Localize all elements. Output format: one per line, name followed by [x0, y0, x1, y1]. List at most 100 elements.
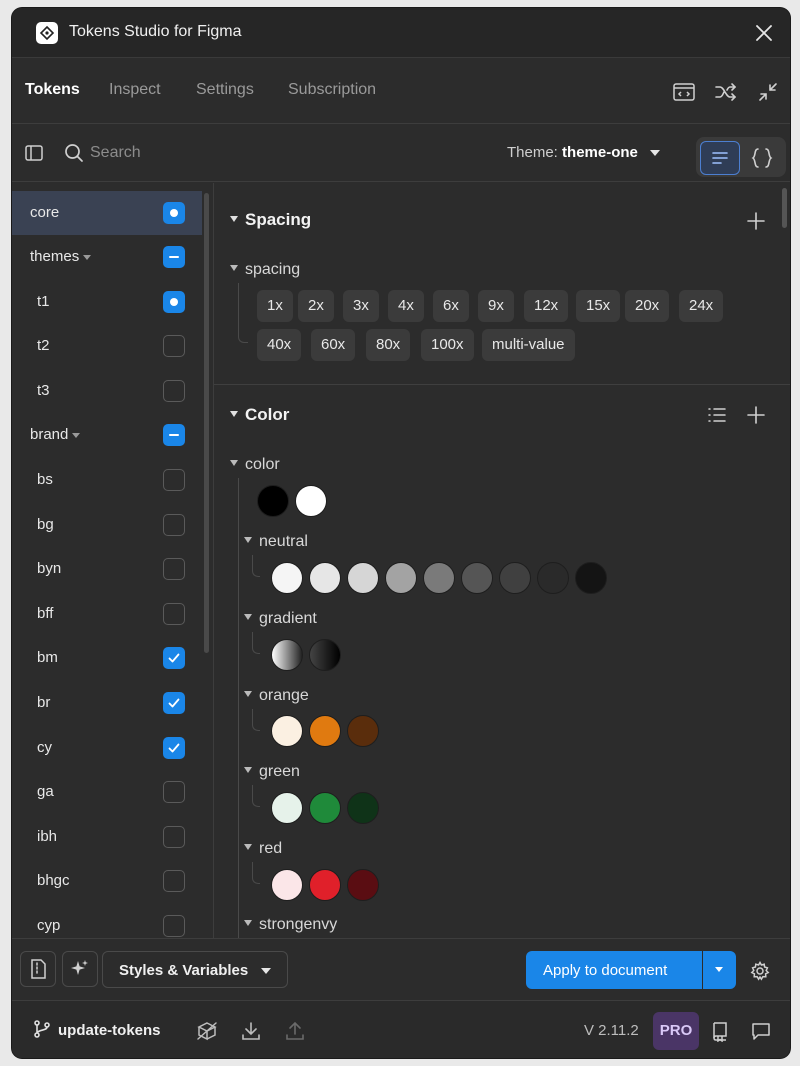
pro-badge[interactable]: PRO [653, 1012, 699, 1050]
token-chip[interactable]: 40x [257, 329, 302, 361]
tab-settings[interactable]: Settings [196, 81, 254, 99]
token-chip[interactable]: 80x [366, 329, 411, 361]
color-swatch[interactable] [461, 562, 493, 594]
token-chip[interactable]: 1x [257, 290, 293, 322]
gradient-swatch[interactable] [309, 639, 341, 671]
token-set-bhgc[interactable]: bhgc [12, 859, 202, 903]
search-input[interactable] [90, 140, 290, 166]
section-color[interactable]: Color [230, 405, 289, 425]
code-window-icon[interactable] [672, 80, 696, 104]
set-checkbox-bm[interactable] [163, 647, 185, 669]
add-spacing-icon[interactable] [746, 211, 766, 231]
color-swatch[interactable] [309, 792, 341, 824]
set-checkbox-core[interactable] [163, 202, 185, 224]
set-checkbox-cy[interactable] [163, 737, 185, 759]
token-set-cy[interactable]: cy [12, 726, 202, 770]
token-set-core[interactable]: core [12, 191, 202, 235]
color-swatch[interactable] [575, 562, 607, 594]
token-chip[interactable]: 2x [298, 290, 334, 322]
download-icon[interactable] [240, 1020, 262, 1042]
group-neutral[interactable]: neutral [244, 533, 308, 551]
close-icon[interactable] [752, 21, 776, 45]
set-checkbox-bs[interactable] [163, 469, 185, 491]
list-icon[interactable] [707, 405, 727, 425]
feedback-icon[interactable] [750, 1020, 772, 1042]
set-checkbox-ga[interactable] [163, 781, 185, 803]
token-set-bg[interactable]: bg [12, 503, 202, 547]
sparkles-icon[interactable] [62, 951, 98, 987]
token-set-ibh[interactable]: ibh [12, 815, 202, 859]
token-chip[interactable]: 100x [421, 329, 474, 361]
color-swatch[interactable] [295, 485, 327, 517]
token-set-bff[interactable]: bff [12, 592, 202, 636]
token-set-br[interactable]: br [12, 681, 202, 725]
theme-select[interactable]: Theme: theme-one [507, 144, 661, 161]
token-chip[interactable]: 24x [679, 290, 724, 322]
set-checkbox-bff[interactable] [163, 603, 185, 625]
token-set-bs[interactable]: bs [12, 458, 202, 502]
set-checkbox-t3[interactable] [163, 380, 185, 402]
token-set-bm[interactable]: bm [12, 636, 202, 680]
color-swatch[interactable] [309, 562, 341, 594]
set-checkbox-cyp[interactable] [163, 915, 185, 937]
cube-sync-icon[interactable] [196, 1020, 218, 1042]
main-scrollbar[interactable] [782, 188, 787, 228]
token-set-t3[interactable]: t3 [12, 369, 202, 413]
group-strongenvy[interactable]: strongenvy [244, 916, 337, 934]
add-color-icon[interactable] [746, 405, 766, 425]
token-set-ga[interactable]: ga [12, 770, 202, 814]
collapse-icon[interactable] [756, 80, 780, 104]
token-set-cyp[interactable]: cyp [12, 904, 202, 938]
color-swatch[interactable] [423, 562, 455, 594]
color-swatch[interactable] [257, 485, 289, 517]
gear-icon[interactable] [750, 960, 770, 981]
upload-icon[interactable] [284, 1020, 306, 1042]
group-green[interactable]: green [244, 763, 300, 781]
tab-inspect[interactable]: Inspect [109, 81, 161, 99]
sidebar-scrollbar[interactable] [204, 193, 209, 653]
color-swatch[interactable] [271, 562, 303, 594]
apply-to-document-button[interactable]: Apply to document [526, 951, 702, 989]
group-color[interactable]: color [230, 456, 280, 474]
set-checkbox-themes[interactable] [163, 246, 185, 268]
set-checkbox-bg[interactable] [163, 514, 185, 536]
set-checkbox-ibh[interactable] [163, 826, 185, 848]
tab-tokens[interactable]: Tokens [25, 81, 80, 99]
sidebar-toggle-icon[interactable] [24, 143, 44, 163]
token-chip[interactable]: multi-value [482, 329, 575, 361]
file-zip-button[interactable] [20, 951, 56, 987]
gradient-swatch[interactable] [271, 639, 303, 671]
color-swatch[interactable] [271, 792, 303, 824]
color-swatch[interactable] [347, 869, 379, 901]
set-checkbox-byn[interactable] [163, 558, 185, 580]
color-swatch[interactable] [347, 715, 379, 747]
book-icon[interactable] [709, 1020, 731, 1043]
color-swatch[interactable] [385, 562, 417, 594]
set-checkbox-t2[interactable] [163, 335, 185, 357]
token-chip[interactable]: 15x [576, 290, 621, 322]
token-chip[interactable]: 9x [478, 290, 514, 322]
color-swatch[interactable] [271, 869, 303, 901]
group-spacing[interactable]: spacing [230, 261, 300, 279]
list-view-button[interactable] [700, 141, 740, 175]
token-set-t1[interactable]: t1 [12, 280, 202, 324]
branch-selector[interactable]: update-tokens [32, 1020, 161, 1041]
set-checkbox-br[interactable] [163, 692, 185, 714]
group-orange[interactable]: orange [244, 687, 309, 705]
token-set-group-brand[interactable]: brand [12, 413, 202, 457]
set-checkbox-t1[interactable] [163, 291, 185, 313]
color-swatch[interactable] [309, 869, 341, 901]
shuffle-icon[interactable] [714, 80, 738, 104]
color-swatch[interactable] [309, 715, 341, 747]
styles-variables-dropdown[interactable]: Styles & Variables [102, 951, 288, 988]
color-swatch[interactable] [347, 792, 379, 824]
color-swatch[interactable] [537, 562, 569, 594]
color-swatch[interactable] [347, 562, 379, 594]
group-red[interactable]: red [244, 840, 282, 858]
token-chip[interactable]: 4x [388, 290, 424, 322]
json-view-button[interactable] [742, 141, 782, 175]
token-chip[interactable]: 60x [311, 329, 356, 361]
token-set-group-themes[interactable]: themes [12, 235, 202, 279]
group-gradient[interactable]: gradient [244, 610, 317, 628]
token-chip[interactable]: 20x [625, 290, 670, 322]
